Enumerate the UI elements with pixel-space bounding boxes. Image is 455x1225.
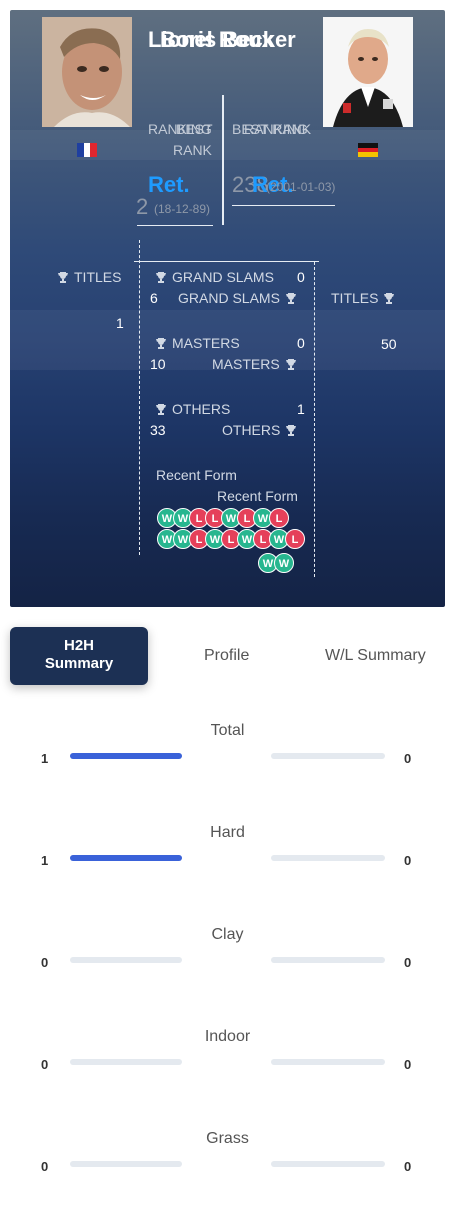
tab-h2h-summary[interactable]: H2H Summary [10, 627, 148, 685]
player-right-photo[interactable] [323, 17, 413, 127]
trophy-icon [285, 293, 296, 304]
surface-left-bar [70, 1161, 182, 1167]
right-masters-label: MASTERS [212, 356, 296, 372]
tab-h2h-line1: H2H [63, 637, 94, 654]
surface-title: Indoor [204, 1028, 251, 1045]
right-recent-form: WWLWLWLWL [157, 529, 307, 549]
right-recent-form-overflow: WW [258, 553, 308, 573]
trophy-icon [384, 293, 395, 304]
right-grand-slams-label: GRAND SLAMS [178, 290, 296, 306]
titles-text: TITLES [331, 290, 379, 306]
surface-left-count: 1 [41, 751, 49, 766]
surface-left-bar [70, 957, 182, 963]
surface-right-bar [271, 957, 385, 963]
right-recent-form-label: Recent Form [217, 488, 298, 504]
surface-title: Grass [206, 1130, 249, 1147]
tab-wl-summary[interactable]: W/L Summary [325, 647, 426, 665]
right-titles-value: 50 [381, 336, 397, 352]
surface-right-count: 0 [404, 853, 412, 868]
surface-right-count: 0 [404, 751, 412, 766]
surface-left-count: 0 [41, 1159, 49, 1174]
trophy-icon [156, 404, 166, 415]
player-right-name[interactable]: Boris Becker [160, 27, 296, 53]
left-others-value: 1 [297, 401, 305, 417]
right-dashed-divider [314, 262, 315, 577]
left-grand-slams-value: 0 [297, 269, 305, 285]
surface-title: Total [210, 722, 245, 739]
left-ranking-value: Ret. [148, 172, 190, 197]
right-masters-value: 10 [150, 356, 166, 372]
right-grand-slams-value: 6 [150, 290, 158, 306]
grand-slams-text: GRAND SLAMS [178, 290, 280, 306]
trophy-icon [58, 272, 68, 283]
surface-right-count: 0 [404, 955, 412, 970]
surface-left-count: 0 [41, 955, 49, 970]
left-titles-label: TITLES [58, 269, 121, 285]
right-titles-label: TITLES [331, 290, 395, 306]
tab-h2h-line2: Summary [44, 655, 114, 672]
right-best-rank-date: (2001-01-03) [266, 180, 336, 194]
surface-title: Clay [211, 926, 244, 943]
surface-right-bar [271, 855, 385, 861]
surface-right-count: 0 [404, 1057, 412, 1072]
surface-right-bar [271, 753, 385, 759]
surface-left-bar-fill [70, 753, 182, 759]
surface-left-bar [70, 855, 182, 861]
left-grand-slams-label: GRAND SLAMS [156, 269, 274, 285]
left-dashed-divider [139, 240, 140, 555]
titles-text: TITLES [74, 269, 122, 285]
surface-right-count: 0 [404, 1159, 412, 1174]
tab-bar: H2H Summary Profile W/L Summary [0, 615, 455, 705]
france-flag-icon [77, 143, 98, 157]
surface-left-bar [70, 1059, 182, 1065]
trophy-icon [156, 338, 166, 349]
left-best-rank-label-line2: RANK [173, 142, 212, 158]
surface-left-bar-fill [70, 855, 182, 861]
surface-left-count: 0 [41, 1057, 49, 1072]
background-stripe [10, 130, 445, 160]
trophy-icon [285, 359, 296, 370]
surface-right-bar [271, 1059, 385, 1065]
right-others-label: OTHERS [222, 422, 297, 438]
form-badge-loss[interactable]: L [269, 508, 289, 528]
form-badge-win[interactable]: W [274, 553, 294, 573]
center-divider [222, 95, 224, 225]
divider [232, 205, 335, 206]
right-others-value: 33 [150, 422, 166, 438]
trophy-icon [286, 425, 297, 436]
left-recent-form: WWLLWLWL [157, 508, 297, 528]
player-left-photo[interactable] [42, 17, 132, 127]
left-titles-value: 1 [116, 315, 124, 331]
left-best-rank-date: (18-12-89) [154, 202, 211, 216]
left-masters-value: 0 [297, 335, 305, 351]
masters-text: MASTERS [212, 356, 280, 372]
masters-text: MASTERS [172, 335, 240, 351]
left-others-label: OTHERS [156, 401, 230, 417]
divider [134, 261, 319, 262]
surface-left-bar [70, 753, 182, 759]
others-text: OTHERS [222, 422, 281, 438]
divider [137, 225, 213, 226]
trophy-icon [156, 272, 166, 283]
tab-profile[interactable]: Profile [204, 647, 249, 665]
left-best-rank-label-line1: BEST [176, 121, 213, 137]
left-masters-label: MASTERS [156, 335, 240, 351]
germany-flag-icon [358, 143, 378, 158]
grand-slams-text: GRAND SLAMS [172, 269, 274, 285]
form-badge-loss[interactable]: L [285, 529, 305, 549]
surface-right-bar [271, 1161, 385, 1167]
right-ranking-label: RANKING [244, 121, 308, 137]
left-best-rank-value: 2 [136, 194, 149, 219]
surface-title: Hard [210, 824, 245, 841]
surface-left-count: 1 [41, 853, 49, 868]
others-text: OTHERS [172, 401, 231, 417]
left-recent-form-label: Recent Form [156, 467, 237, 483]
